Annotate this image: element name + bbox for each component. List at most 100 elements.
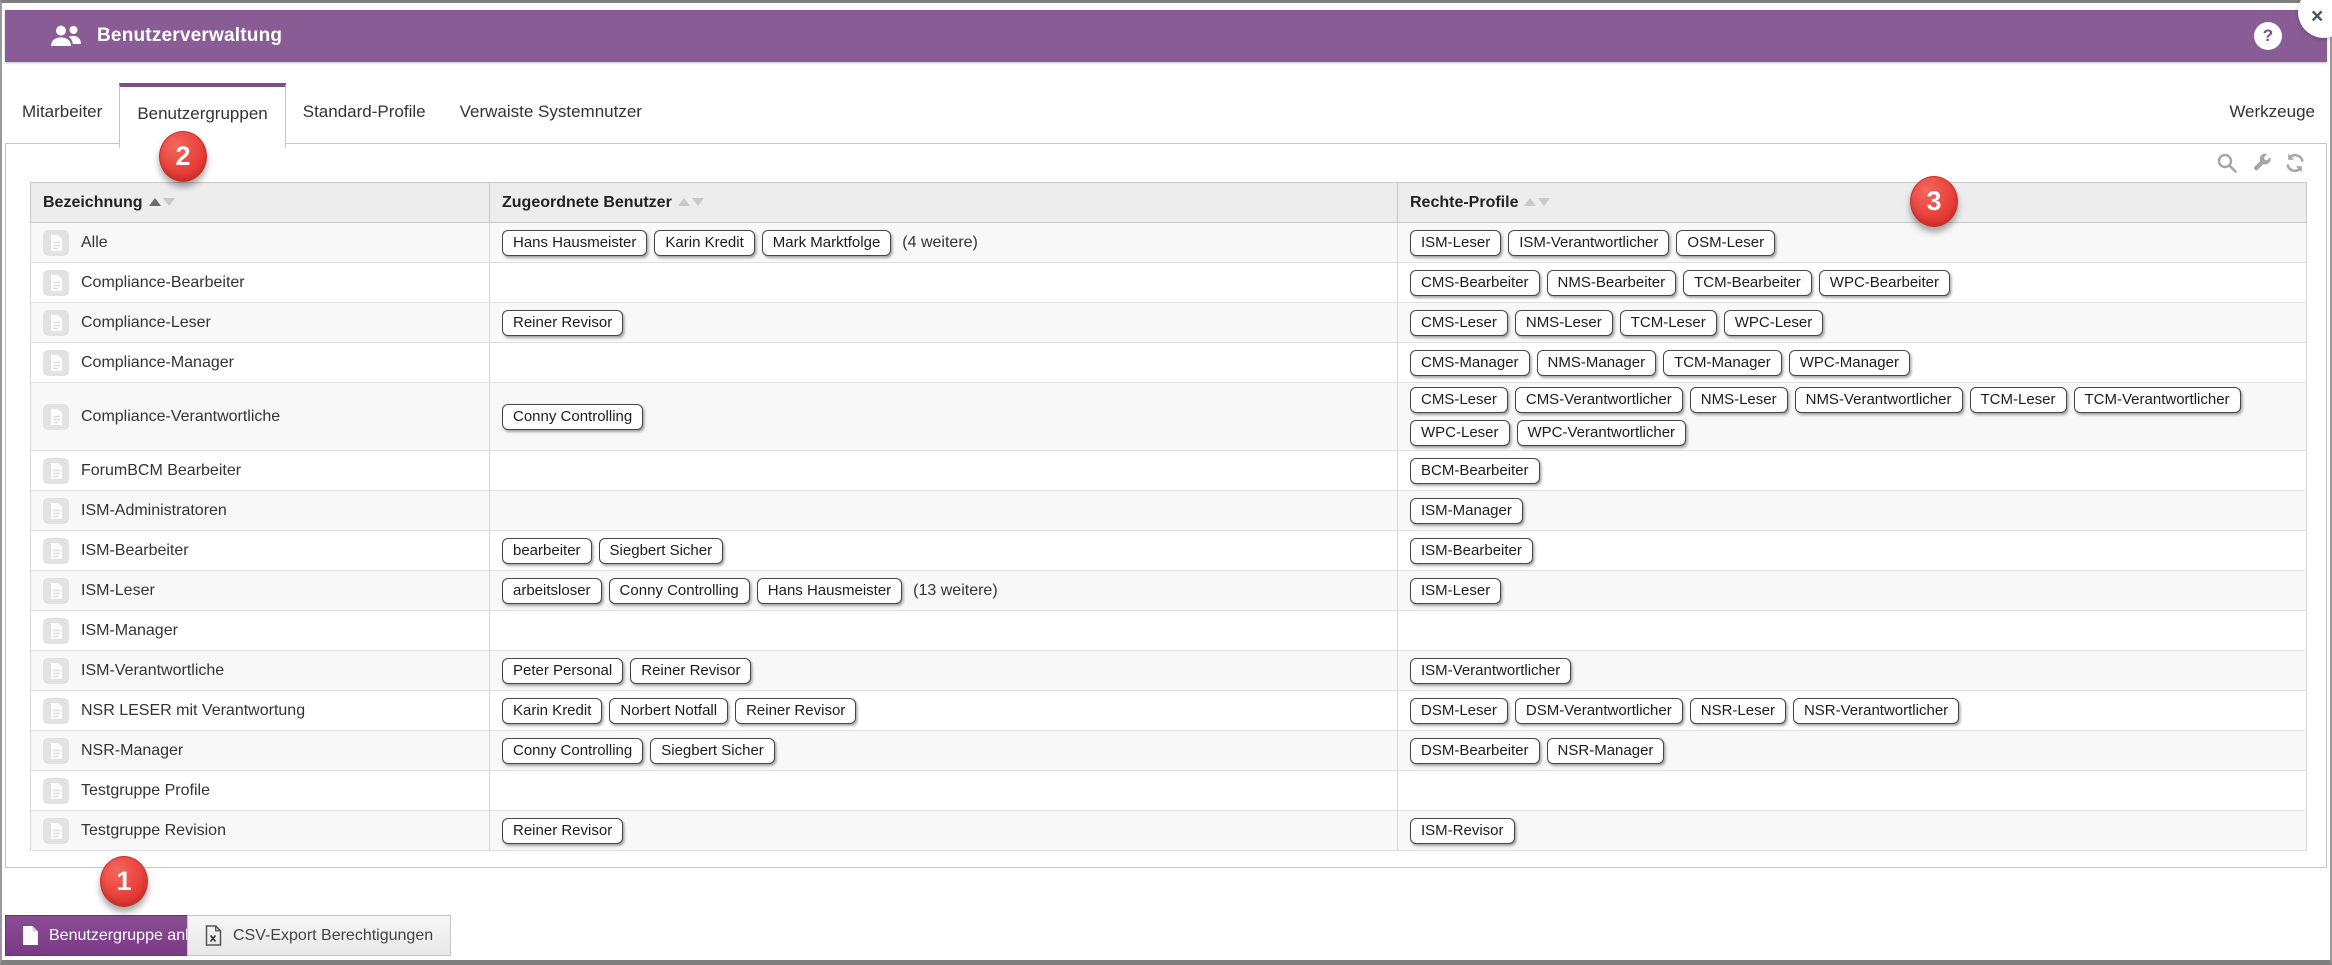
help-button[interactable]: ?	[2254, 22, 2282, 50]
profile-chip[interactable]: ISM-Leser	[1410, 230, 1501, 256]
user-chip[interactable]: bearbeiter	[502, 538, 592, 564]
user-chip[interactable]: Siegbert Sicher	[599, 538, 724, 564]
profile-chip[interactable]: ISM-Verantwortlicher	[1410, 658, 1571, 684]
assigned-users-cell	[490, 263, 1398, 303]
user-chip[interactable]: Siegbert Sicher	[650, 738, 775, 764]
user-chip[interactable]: Conny Controlling	[609, 578, 750, 604]
profile-chip[interactable]: DSM-Leser	[1410, 698, 1508, 724]
profile-chip[interactable]: NMS-Leser	[1515, 310, 1613, 336]
table-row[interactable]: Compliance-Leser Reiner Revisor CMS-Leser N…	[31, 303, 2307, 343]
user-chip[interactable]: Hans Hausmeister	[502, 230, 647, 256]
profile-chip[interactable]: ISM-Revisor	[1410, 818, 1515, 844]
user-chip[interactable]: Reiner Revisor	[630, 658, 751, 684]
tab-mitarbeiter[interactable]: Mitarbeiter	[5, 83, 119, 143]
user-chip[interactable]: Karin Kredit	[502, 698, 602, 724]
user-chip[interactable]: Norbert Notfall	[609, 698, 728, 724]
table-row[interactable]: ISM-BearbeiterbearbeiterSiegbert SicherI…	[31, 531, 2307, 571]
user-chip[interactable]: Conny Controlling	[502, 404, 643, 430]
profile-chip[interactable]: NSR-Manager	[1547, 738, 1665, 764]
table-row[interactable]: Compliance-Verantwortliche Conny Controll…	[31, 383, 2307, 451]
column-header-rechte-profile[interactable]: Rechte-Profile	[1398, 183, 2307, 223]
user-chip[interactable]: Hans Hausmeister	[757, 578, 902, 604]
tab-standard-profile[interactable]: Standard-Profile	[286, 83, 443, 143]
profile-chip[interactable]: ISM-Bearbeiter	[1410, 538, 1533, 564]
table-row[interactable]: ForumBCM BearbeiterBCM-Bearbeiter	[31, 451, 2307, 491]
column-label: Zugeordnete Benutzer	[502, 194, 672, 211]
profile-chip[interactable]: NMS-Verantwortlicher	[1795, 387, 1963, 413]
profile-chip[interactable]: DSM-Bearbeiter	[1410, 738, 1540, 764]
profile-chip[interactable]: DSM-Verantwortlicher	[1515, 698, 1683, 724]
table-row[interactable]: Compliance-ManagerCMS-ManagerNMS-Manager…	[31, 343, 2307, 383]
profile-chip[interactable]: NSR-Verantwortlicher	[1793, 698, 1959, 724]
table-row[interactable]: NSR LESER mit VerantwortungKarin KreditN…	[31, 691, 2307, 731]
profile-chip[interactable]: NMS-Leser	[1690, 387, 1788, 413]
rights-profiles-cell	[1398, 771, 2307, 811]
table-row[interactable]: NSR-Manager Conny Controlling Siegbert Sic…	[31, 731, 2307, 771]
table-row[interactable]: Testgruppe RevisionReiner RevisorISM-Rev…	[31, 811, 2307, 851]
column-header-bezeichnung[interactable]: Bezeichnung	[31, 183, 490, 223]
user-chip[interactable]: Karin Kredit	[654, 230, 754, 256]
csv-export-button[interactable]: CSV-Export Berechtigungen	[187, 915, 451, 956]
assigned-users-cell	[490, 771, 1398, 811]
group-name-label: Compliance-Verantwortliche	[81, 408, 280, 426]
column-header-zugeordnete-benutzer[interactable]: Zugeordnete Benutzer	[490, 183, 1398, 223]
users-icon	[49, 25, 83, 47]
profile-chip[interactable]: CMS-Verantwortlicher	[1515, 387, 1683, 413]
profile-chip[interactable]: ISM-Leser	[1410, 578, 1501, 604]
profile-chip[interactable]: OSM-Leser	[1676, 230, 1775, 256]
user-chip[interactable]: Reiner Revisor	[735, 698, 856, 724]
rights-profiles-cell: ISM-Revisor	[1398, 811, 2307, 851]
table-row[interactable]: ISM-Manager	[31, 611, 2307, 651]
group-name-cell: NSR-Manager	[31, 731, 490, 771]
table-row[interactable]: ISM-AdministratorenISM-Manager	[31, 491, 2307, 531]
profile-chip[interactable]: BCM-Bearbeiter	[1410, 458, 1540, 484]
table-row[interactable]: ISM-Verantwortliche Peter Personal Reiner …	[31, 651, 2307, 691]
refresh-icon[interactable]	[2284, 152, 2306, 174]
profile-chip[interactable]: WPC-Manager	[1789, 350, 1910, 376]
profile-chip[interactable]: ISM-Manager	[1410, 498, 1523, 524]
user-chip[interactable]: Reiner Revisor	[502, 818, 623, 844]
profile-chip[interactable]: TCM-Leser	[1970, 387, 2067, 413]
user-chip[interactable]: Mark Marktfolge	[762, 230, 892, 256]
user-chip[interactable]: Peter Personal	[502, 658, 623, 684]
tools-menu[interactable]: Werkzeuge	[2229, 83, 2315, 141]
profile-chip[interactable]: WPC-Leser	[1410, 420, 1510, 446]
profile-chip[interactable]: WPC-Bearbeiter	[1819, 270, 1950, 296]
group-document-icon	[43, 270, 69, 296]
rights-profiles-cell: ISM-Verantwortlicher	[1398, 651, 2307, 691]
profile-chip[interactable]: NMS-Bearbeiter	[1547, 270, 1677, 296]
table-row[interactable]: AlleHans HausmeisterKarin KreditMark Mar…	[31, 223, 2307, 263]
group-name-label: Compliance-Bearbeiter	[81, 274, 245, 292]
group-name-cell: ISM-Leser	[31, 571, 490, 611]
table-row[interactable]: Compliance-Bearbeiter CMS-Bearbeiter NMS-B…	[31, 263, 2307, 303]
profile-chip[interactable]: TCM-Bearbeiter	[1683, 270, 1812, 296]
profile-chip[interactable]: CMS-Bearbeiter	[1410, 270, 1540, 296]
search-icon[interactable]	[2216, 152, 2238, 174]
table-row[interactable]: Testgruppe Profile	[31, 771, 2307, 811]
wrench-icon[interactable]	[2250, 152, 2272, 174]
tab-verwaiste-systemnutzer[interactable]: Verwaiste Systemnutzer	[443, 83, 659, 143]
profile-chip[interactable]: CMS-Manager	[1410, 350, 1530, 376]
profile-chip[interactable]: TCM-Manager	[1663, 350, 1782, 376]
rights-profiles-cell: ISM-Leser	[1398, 571, 2307, 611]
user-chip[interactable]: Reiner Revisor	[502, 310, 623, 336]
profile-chip[interactable]: NSR-Leser	[1690, 698, 1786, 724]
profile-chip[interactable]: CMS-Leser	[1410, 310, 1508, 336]
profile-chip[interactable]: CMS-Leser	[1410, 387, 1508, 413]
group-name-label: ISM-Verantwortliche	[81, 662, 224, 680]
user-chip[interactable]: arbeitsloser	[502, 578, 602, 604]
rights-profiles-cell: DSM-Bearbeiter NSR-Manager	[1398, 731, 2307, 771]
group-name-label: Compliance-Leser	[81, 314, 211, 332]
profile-chip[interactable]: WPC-Verantwortlicher	[1517, 420, 1687, 446]
user-chip[interactable]: Conny Controlling	[502, 738, 643, 764]
tab-bar: MitarbeiterBenutzergruppenStandard-Profi…	[5, 83, 2327, 144]
profile-chip[interactable]: ISM-Verantwortlicher	[1508, 230, 1669, 256]
table-row[interactable]: ISM-Leser arbeitsloser Conny Controlling Ha…	[31, 571, 2307, 611]
tab-benutzergruppen[interactable]: Benutzergruppen	[119, 83, 285, 148]
profile-chip[interactable]: TCM-Verantwortlicher	[2074, 387, 2241, 413]
profile-chip[interactable]: NMS-Manager	[1537, 350, 1657, 376]
profile-chip[interactable]: TCM-Leser	[1620, 310, 1717, 336]
page-title: Benutzerverwaltung	[97, 25, 282, 47]
profile-chip[interactable]: WPC-Leser	[1724, 310, 1824, 336]
main-panel: Bezeichnung Zugeordnete Benutzer Rechte-Pr…	[5, 143, 2327, 868]
